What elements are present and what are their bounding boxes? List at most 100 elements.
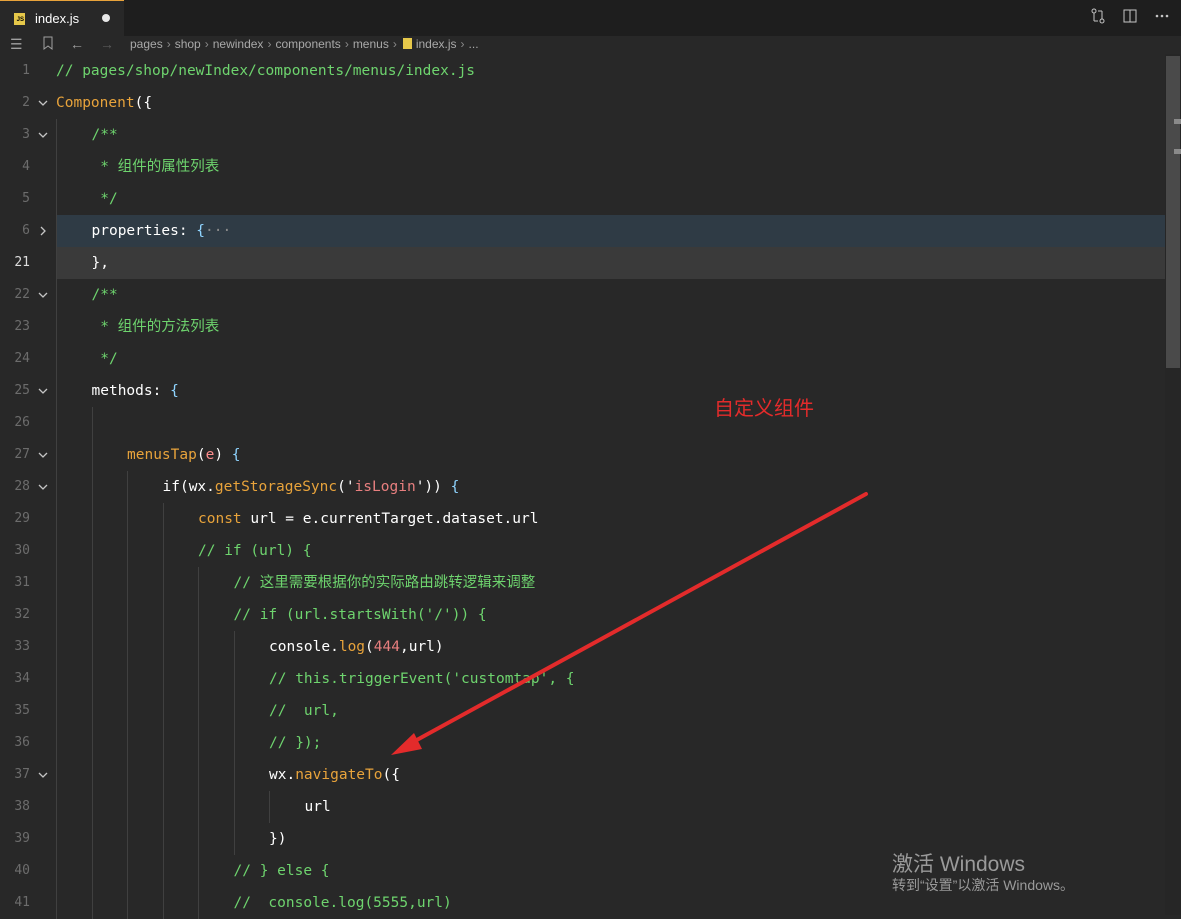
- code-token: ): [214, 447, 232, 463]
- code-token: menusTap: [127, 447, 197, 463]
- compare-icon[interactable]: [1087, 8, 1109, 28]
- code-line[interactable]: // 这里需要根据你的实际路由跳转逻辑来调整: [234, 567, 536, 599]
- code-line[interactable]: properties: {···: [92, 215, 232, 247]
- code-line[interactable]: console.log(444,url): [269, 631, 444, 663]
- line-number: 41: [14, 895, 30, 910]
- indent-guide: [91, 439, 93, 471]
- fold-chevron-down-icon[interactable]: [37, 449, 49, 461]
- code-line[interactable]: }): [269, 823, 286, 855]
- indent-guide: [56, 471, 57, 503]
- line-number: 37: [14, 767, 30, 782]
- bookmark-icon[interactable]: [42, 36, 54, 53]
- line-number: 5: [22, 191, 30, 206]
- indent-guide: [127, 471, 128, 503]
- scrollbar-thumb[interactable]: [1166, 56, 1180, 368]
- breadcrumb-item[interactable]: ...: [469, 37, 479, 51]
- indent-guide: [56, 407, 57, 439]
- outline-icon[interactable]: ☰: [10, 36, 23, 52]
- indent-guide: [56, 183, 57, 215]
- line-number: 31: [14, 575, 30, 590]
- line-number: 30: [14, 543, 30, 558]
- breadcrumb-item[interactable]: components: [275, 37, 340, 51]
- indent-guide: [269, 791, 270, 823]
- indent-guide: [56, 567, 57, 599]
- indent-guide: [91, 407, 93, 439]
- code-token: // });: [269, 735, 322, 751]
- code-line[interactable]: },: [92, 247, 109, 279]
- code-editor[interactable]: 1 // pages/shop/newIndex/components/menus…: [0, 55, 1181, 919]
- indent-guide: [233, 631, 235, 663]
- code-line[interactable]: // if (url) {: [198, 535, 312, 567]
- code-line[interactable]: // } else {: [234, 855, 330, 887]
- indent-guide: [127, 791, 128, 823]
- activation-watermark-subtitle: 转到“设置”以激活 Windows。: [892, 877, 1075, 893]
- code-line[interactable]: menusTap(e) {: [127, 439, 241, 471]
- indent-guide: [91, 759, 93, 791]
- code-line[interactable]: // });: [269, 727, 321, 759]
- code-token: console.: [269, 639, 339, 655]
- more-actions-icon[interactable]: [1151, 8, 1173, 28]
- indent-guide: [91, 567, 93, 599]
- indent-guide: [56, 535, 57, 567]
- code-line[interactable]: /**: [92, 119, 118, 151]
- code-token: // url,: [269, 703, 339, 719]
- indent-guide: [127, 503, 128, 535]
- code-line[interactable]: Component({: [56, 87, 152, 119]
- code-line[interactable]: * 组件的方法列表: [91, 311, 220, 343]
- code-token: // if (url) {: [198, 543, 312, 559]
- fold-chevron-down-icon[interactable]: [37, 385, 49, 397]
- indent-guide: [56, 151, 57, 183]
- split-editor-icon[interactable]: [1119, 8, 1141, 28]
- code-line[interactable]: if(wx.getStorageSync('isLogin')) {: [163, 471, 460, 503]
- code-token: }): [269, 831, 287, 847]
- code-line[interactable]: // console.log(5555,url): [234, 887, 452, 919]
- code-line[interactable]: */: [92, 343, 117, 375]
- code-line[interactable]: * 组件的属性列表: [92, 151, 219, 183]
- code-token: url: [304, 799, 331, 815]
- code-line[interactable]: // this.triggerEvent('customtap', {: [269, 663, 575, 695]
- breadcrumb-item[interactable]: menus: [353, 37, 389, 51]
- line-number: 40: [14, 863, 30, 878]
- code-line[interactable]: const url = e.currentTarget.dataset.url: [198, 503, 538, 535]
- fold-chevron-down-icon[interactable]: [37, 481, 49, 493]
- indent-guide: [233, 695, 235, 727]
- code-line[interactable]: // pages/shop/newIndex/components/menus/…: [56, 55, 475, 87]
- code-token: :: [152, 383, 171, 399]
- fold-chevron-down-icon[interactable]: [37, 769, 49, 781]
- code-line[interactable]: url: [305, 791, 331, 823]
- code-token: (: [196, 447, 206, 463]
- fold-chevron-down-icon[interactable]: [37, 129, 49, 141]
- code-token: getStorageSync: [214, 479, 338, 495]
- breadcrumb-item[interactable]: shop: [175, 37, 201, 51]
- line-number: 29: [14, 511, 30, 526]
- code-token: {: [231, 447, 241, 463]
- breadcrumb-bar: ☰ ← → pages › shop › newindex › components › men…: [0, 36, 1181, 54]
- code-token: // 这里需要根据你的实际路由跳转逻辑来调整: [233, 575, 536, 591]
- back-arrow-icon[interactable]: ←: [70, 36, 84, 52]
- forward-arrow-icon[interactable]: →: [100, 36, 114, 52]
- code-token: // pages/shop/newIndex/components/menus/…: [56, 63, 476, 79]
- breadcrumb-item[interactable]: newindex: [213, 37, 264, 51]
- code-line[interactable]: // if (url.startsWith('/')) {: [234, 599, 487, 631]
- code-token: Component: [56, 95, 135, 111]
- tab-index-js[interactable]: JS index.js: [0, 0, 124, 36]
- line-number: 22: [14, 287, 30, 302]
- breadcrumb-item[interactable]: pages: [130, 37, 163, 51]
- indent-guide: [198, 599, 199, 631]
- code-line[interactable]: */: [92, 183, 117, 215]
- js-file-icon: [402, 38, 412, 49]
- unsaved-dot-icon[interactable]: [102, 14, 110, 22]
- fold-chevron-down-icon[interactable]: [37, 97, 49, 109]
- fold-chevron-right-icon[interactable]: [37, 225, 49, 237]
- code-token: * 组件的方法列表: [91, 319, 220, 335]
- code-line[interactable]: /**: [92, 279, 118, 311]
- code-line[interactable]: methods: {: [92, 375, 179, 407]
- line-number: 2: [22, 95, 30, 110]
- fold-chevron-down-icon[interactable]: [37, 289, 49, 301]
- code-line[interactable]: wx.navigateTo({: [269, 759, 400, 791]
- indent-guide: [91, 471, 93, 503]
- code-line[interactable]: // url,: [269, 695, 339, 727]
- indent-guide: [56, 311, 57, 343]
- indent-guide: [56, 887, 57, 919]
- breadcrumb-item[interactable]: index.js: [416, 37, 457, 51]
